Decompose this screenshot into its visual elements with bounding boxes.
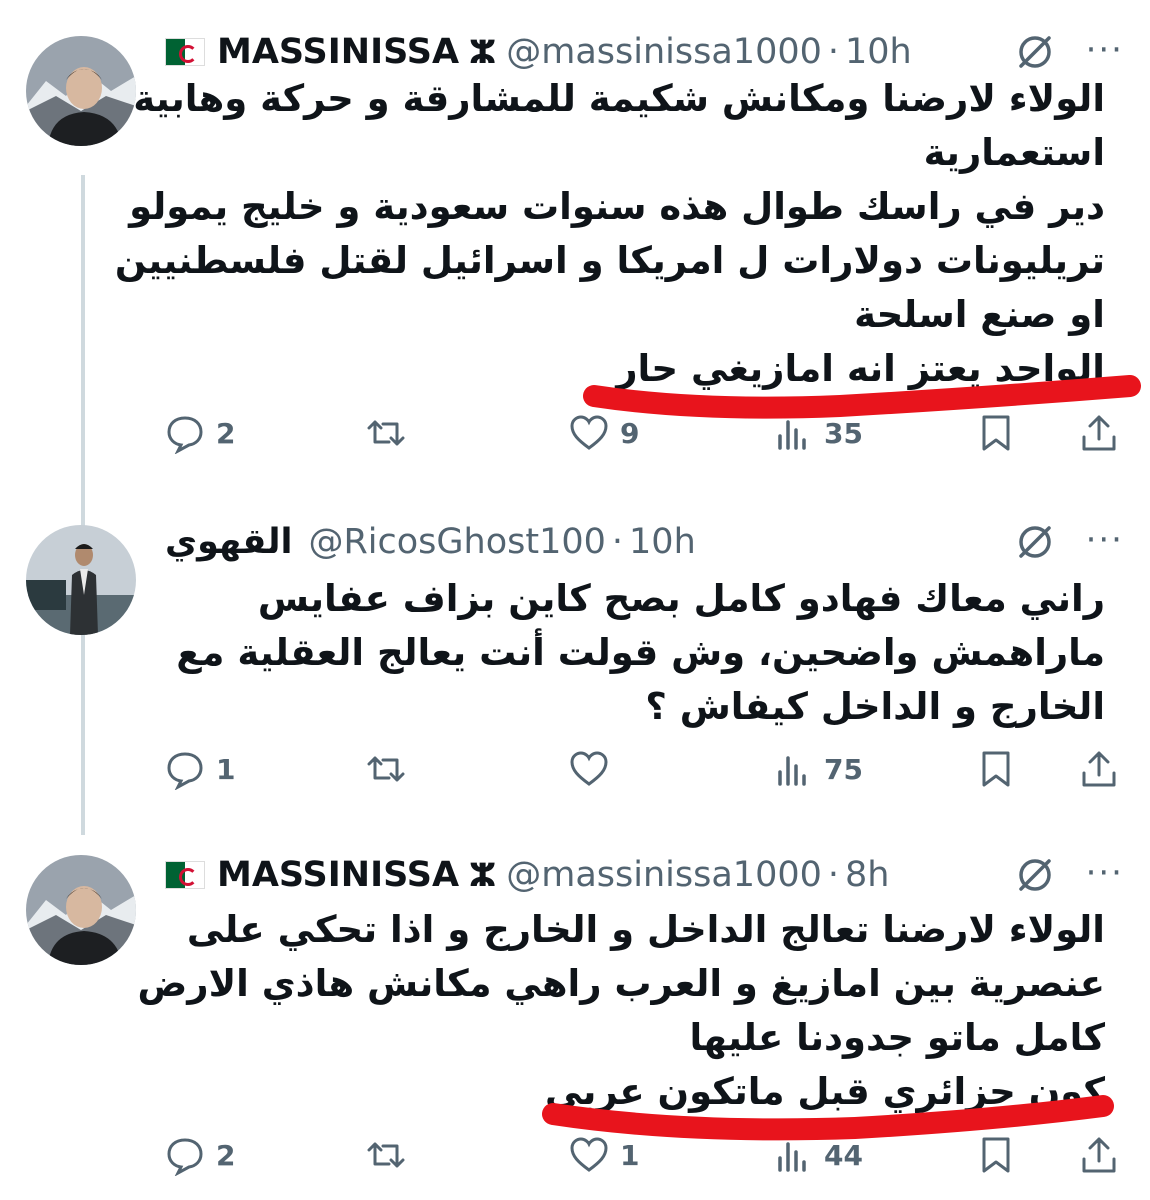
algeria-flag-icon	[165, 38, 205, 66]
handle[interactable]: @RicosGhost100	[308, 522, 605, 562]
tweet-header: القهوي @RicosGhost100 · 10h	[165, 512, 1120, 572]
share-button[interactable]	[1078, 739, 1120, 799]
red-underline-annotation	[583, 375, 1141, 419]
more-options-icon[interactable]: ···	[1086, 853, 1124, 893]
views-button[interactable]: 75	[772, 739, 863, 799]
retweet-button[interactable]	[365, 403, 417, 463]
handle[interactable]: @massinissa1000	[506, 855, 822, 895]
more-options-icon[interactable]: ···	[1086, 30, 1124, 70]
bookmark-icon	[982, 751, 1010, 787]
reply-icon	[167, 752, 203, 790]
retweet-button[interactable]	[365, 1125, 417, 1185]
reply-icon	[167, 1138, 203, 1176]
views-icon	[778, 756, 806, 786]
handle[interactable]: @massinissa1000	[506, 32, 822, 72]
display-name[interactable]: MASSINISSA	[217, 855, 459, 895]
grok-icon[interactable]	[1015, 32, 1055, 72]
thread-connector-line	[81, 175, 85, 835]
tweet-line: دير في راسك طوال هذه سنوات سعودية و خليج…	[129, 185, 1105, 228]
reply-icon	[167, 416, 203, 454]
tweet-line: عنصرية بين امازيغ و العرب راهي مكانش هاذ…	[137, 962, 1105, 1005]
display-name[interactable]: MASSINISSA	[217, 32, 459, 72]
avatar[interactable]	[26, 36, 136, 146]
tweet-line: الولاء لارضنا تعالج الداخل و الخارج و اذ…	[186, 908, 1105, 951]
timestamp[interactable]: 8h	[845, 855, 889, 895]
more-options-icon[interactable]: ···	[1086, 520, 1124, 560]
algeria-flag-icon	[165, 861, 205, 889]
retweet-button[interactable]	[365, 739, 417, 799]
reply-count: 2	[216, 416, 236, 450]
amazigh-symbol: ⵣ	[469, 33, 497, 71]
tweet-line: تريليونات دولارات ل امريكا و اسرائيل لقت…	[114, 239, 1105, 282]
tweet-line: الولاء لارضنا ومكانش شكيمة للمشارقة و حر…	[133, 77, 1105, 120]
separator-dot: ·	[827, 32, 840, 72]
retweet-icon	[367, 1142, 405, 1168]
heart-icon	[570, 751, 608, 786]
reply-count: 1	[216, 752, 236, 786]
amazigh-symbol: ⵣ	[469, 856, 497, 894]
avatar[interactable]	[26, 855, 136, 965]
tweet-line: الخارج و الداخل كيفاش ؟	[645, 685, 1105, 728]
tweet-text: الولاء لارضنا تعالج الداخل و الخارج و اذ…	[137, 903, 1106, 1119]
bookmark-button[interactable]	[975, 739, 1017, 799]
reply-button[interactable]: 2	[164, 403, 235, 463]
reply-button[interactable]: 1	[164, 739, 235, 799]
tweet-line: ماراهمش واضحين، وش قولت أنت يعالج العقلي…	[176, 631, 1105, 674]
avatar[interactable]	[26, 525, 136, 635]
timestamp[interactable]: 10h	[845, 32, 912, 72]
tweet-line: استعمارية	[923, 131, 1105, 174]
tweet-line: كامل ماتو جدودنا عليها	[689, 1016, 1106, 1059]
separator-dot: ·	[611, 522, 624, 562]
retweet-icon	[367, 420, 405, 446]
grok-icon[interactable]	[1015, 522, 1055, 562]
reply-button[interactable]: 2	[164, 1125, 235, 1185]
tweet-text: راني معاك فهادو كامل بصح كاين بزاف عفايس…	[165, 572, 1105, 734]
tweet-line: راني معاك فهادو كامل بصح كاين بزاف عفايس	[257, 577, 1105, 620]
share-icon	[1082, 751, 1116, 787]
like-button[interactable]	[568, 739, 620, 799]
grok-icon[interactable]	[1015, 855, 1055, 895]
display-name[interactable]: القهوي	[165, 522, 292, 562]
tweet-text: الولاء لارضنا ومكانش شكيمة للمشارقة و حر…	[114, 72, 1105, 396]
tweet-line: او صنع اسلحة	[854, 293, 1105, 336]
separator-dot: ·	[827, 855, 840, 895]
tweet-actions: 1 75	[160, 739, 1120, 799]
reply-count: 2	[216, 1138, 236, 1172]
retweet-icon	[367, 756, 405, 782]
tweet-header: MASSINISSA ⵣ @massinissa1000 · 8h	[165, 845, 1120, 905]
red-underline-annotation	[542, 1095, 1114, 1141]
views-count: 75	[824, 752, 863, 786]
timestamp[interactable]: 10h	[629, 522, 696, 562]
